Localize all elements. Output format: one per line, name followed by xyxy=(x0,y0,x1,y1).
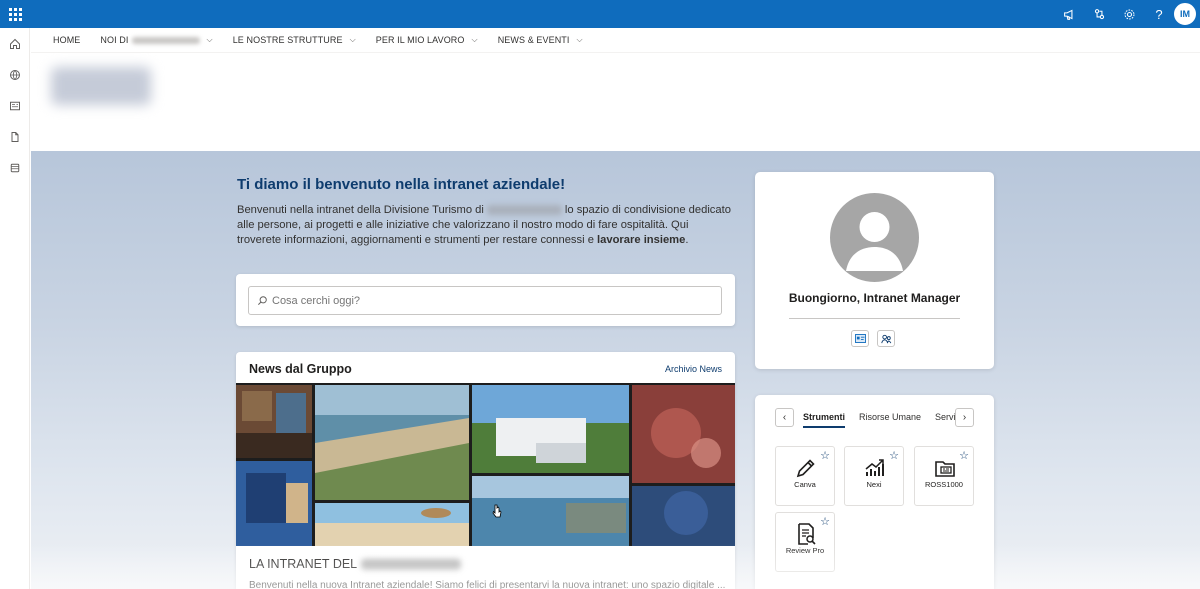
chevron-down-icon: ⌵ xyxy=(576,35,583,44)
profile-people-button[interactable] xyxy=(877,330,895,347)
news-item-title[interactable]: LA INTRANET DEL xyxy=(249,557,462,571)
nav-strutture[interactable]: LE NOSTRE STRUTTURE ⌵ xyxy=(233,35,356,45)
news-archive-link[interactable]: Archivio News xyxy=(665,364,722,374)
app-bar xyxy=(0,28,30,589)
chevron-down-icon: ⌵ xyxy=(206,35,213,44)
suite-bar: ? IM xyxy=(0,0,1200,28)
news-item-title-text: LA INTRANET DEL xyxy=(249,557,358,571)
redacted-company-name xyxy=(361,558,462,570)
file-icon xyxy=(11,131,19,142)
star-icon[interactable]: ☆ xyxy=(820,515,830,528)
profile-divider xyxy=(789,318,960,319)
star-icon[interactable]: ☆ xyxy=(959,449,969,462)
globe-icon xyxy=(10,69,20,80)
welcome-text-end: . xyxy=(685,234,689,246)
search-icon xyxy=(258,296,267,305)
nav-strutture-label: LE NOSTRE STRUTTURE xyxy=(232,35,343,45)
redacted-company-name xyxy=(131,36,200,44)
news-section-title: News dal Gruppo xyxy=(249,362,352,376)
tool-label: Review Pro xyxy=(785,546,825,555)
app-launcher-button[interactable] xyxy=(0,0,30,28)
nav-noi-di[interactable]: NOI DI ⌵ xyxy=(100,35,212,45)
people-icon xyxy=(880,334,891,343)
help-button[interactable]: ? xyxy=(1144,0,1174,28)
profile-greeting: Buongiorno, Intranet Manager xyxy=(788,291,961,305)
folder-icon xyxy=(935,461,955,477)
settings-button[interactable] xyxy=(1114,0,1144,28)
app-bar-files[interactable] xyxy=(0,121,30,152)
help-icon: ? xyxy=(1155,6,1163,22)
home-icon xyxy=(10,38,20,49)
tool-label: Canva xyxy=(794,480,816,489)
tool-label: ROSS1000 xyxy=(925,480,963,489)
star-icon[interactable]: ☆ xyxy=(820,449,830,462)
nav-lavoro[interactable]: PER IL MIO LAVORO ⌵ xyxy=(376,35,478,45)
tools-card: ‹ Strumenti Risorse Umane Servi › ☆ Canva … xyxy=(755,395,994,589)
tab-strumenti[interactable]: Strumenti xyxy=(803,412,846,428)
site-logo[interactable] xyxy=(51,67,151,105)
site-header xyxy=(31,53,1200,151)
megaphone-button[interactable] xyxy=(1054,0,1084,28)
app-bar-news[interactable] xyxy=(0,90,30,121)
top-navigation: HOME NOI DI ⌵ LE NOSTRE STRUTTURE ⌵ PER IL… xyxy=(31,28,1200,53)
news-card: News dal Gruppo Archivio News LA INTRANE… xyxy=(236,352,735,589)
tool-tile-nexi[interactable]: ☆ Nexi xyxy=(844,446,904,506)
app-bar-lists[interactable] xyxy=(0,152,30,183)
app-bar-sites[interactable] xyxy=(0,59,30,90)
star-icon[interactable]: ☆ xyxy=(889,449,899,462)
news-icon xyxy=(10,101,20,110)
tabs-prev-button[interactable]: ‹ xyxy=(775,408,794,427)
tool-tile-ross1000[interactable]: ☆ ROSS1000 xyxy=(914,446,974,506)
profile-actions xyxy=(851,330,895,347)
list-icon xyxy=(10,163,20,172)
nav-home[interactable]: HOME xyxy=(53,35,80,45)
nav-lavoro-label: PER IL MIO LAVORO xyxy=(375,35,465,45)
share-icon xyxy=(1094,8,1104,19)
chevron-right-icon: › xyxy=(962,412,967,423)
person-icon xyxy=(846,212,903,271)
chevron-left-icon: ‹ xyxy=(782,412,787,423)
tab-servizi[interactable]: Servi xyxy=(935,412,955,426)
welcome-text: Benvenuti nella intranet della Divisione… xyxy=(237,203,732,248)
pencil-icon xyxy=(796,459,815,478)
gear-icon xyxy=(1124,9,1134,19)
user-avatar[interactable]: IM xyxy=(1174,3,1196,25)
tool-tile-canva[interactable]: ☆ Canva xyxy=(775,446,835,506)
redacted-company-name xyxy=(486,205,562,216)
mouse-cursor-icon xyxy=(492,504,502,518)
search-card xyxy=(236,274,735,326)
news-item-excerpt: Benvenuti nella nuova Intranet aziendale… xyxy=(249,580,726,589)
waffle-icon xyxy=(8,7,22,21)
news-image-collage[interactable] xyxy=(236,383,735,546)
tool-label: Nexi xyxy=(866,480,882,489)
search-input[interactable] xyxy=(272,294,692,307)
megaphone-icon xyxy=(1063,9,1072,20)
nav-news-eventi-label: NEWS & EVENTI xyxy=(497,35,570,45)
document-search-icon xyxy=(798,523,816,545)
welcome-title: Ti diamo il benvenuto nella intranet azi… xyxy=(237,176,566,193)
app-bar-home[interactable] xyxy=(0,28,30,59)
id-card-icon xyxy=(854,334,866,343)
tools-tabs: Strumenti Risorse Umane Servi xyxy=(803,412,955,428)
profile-card: Buongiorno, Intranet Manager xyxy=(755,172,994,369)
nav-home-label: HOME xyxy=(53,35,81,45)
news-collage-image xyxy=(236,385,735,546)
nav-noi-di-label: NOI DI xyxy=(100,35,129,45)
profile-card-button[interactable] xyxy=(851,330,869,347)
tabs-next-button[interactable]: › xyxy=(955,408,974,427)
share-button[interactable] xyxy=(1084,0,1114,28)
welcome-text-part1: Benvenuti nella intranet della Divisione… xyxy=(237,204,484,216)
tab-risorse-umane[interactable]: Risorse Umane xyxy=(859,412,921,426)
chart-up-icon xyxy=(865,459,884,476)
nav-news-eventi[interactable]: NEWS & EVENTI ⌵ xyxy=(498,35,583,45)
chevron-down-icon: ⌵ xyxy=(349,35,356,44)
welcome-text-bold: lavorare insieme xyxy=(597,234,686,246)
chevron-down-icon: ⌵ xyxy=(471,35,478,44)
profile-avatar[interactable] xyxy=(830,193,919,282)
search-box[interactable] xyxy=(248,286,722,315)
tool-tile-review-pro[interactable]: ☆ Review Pro xyxy=(775,512,835,572)
